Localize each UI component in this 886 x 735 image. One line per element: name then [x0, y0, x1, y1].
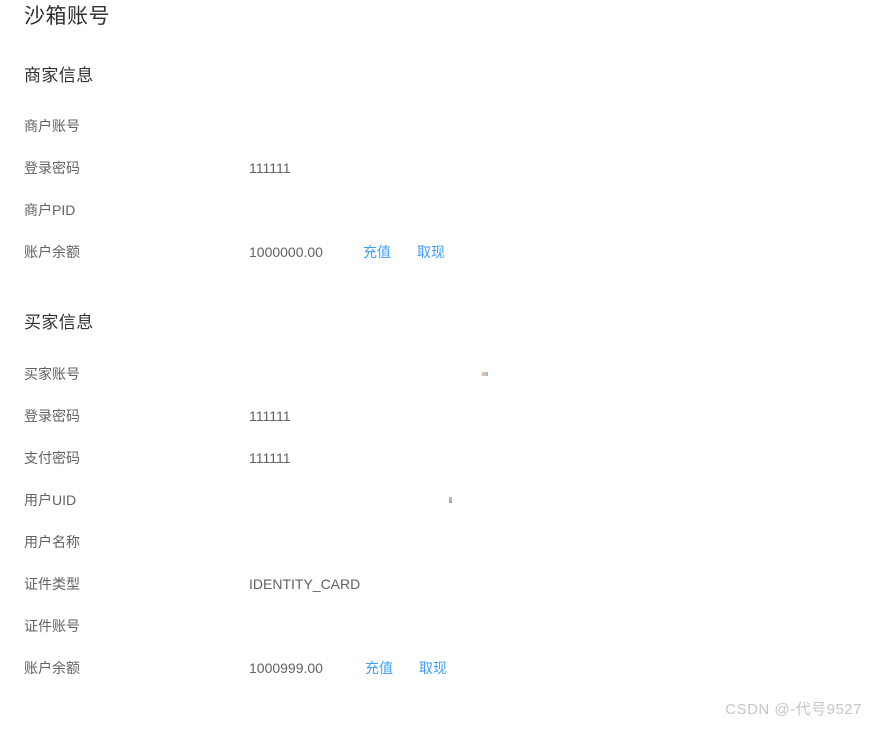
buyer-id-type-label: 证件类型 — [24, 576, 80, 592]
buyer-balance-actions: 充值 取现 — [365, 658, 447, 678]
buyer-username-label: 用户名称 — [24, 534, 80, 550]
buyer-id-type-value: IDENTITY_CARD — [249, 576, 361, 592]
merchant-balance-value: 1000000.00 — [249, 244, 323, 260]
merchant-balance-label: 账户余额 — [24, 244, 80, 260]
buyer-row-balance: 账户余额 1000999.00 充值 取现 — [24, 647, 886, 689]
merchant-row-login-password: 登录密码 111111 — [24, 147, 886, 189]
merchant-recharge-link[interactable]: 充值 — [363, 242, 391, 262]
merchant-balance-actions: 充值 取现 — [363, 242, 445, 262]
merchant-pid-label: 商户PID — [24, 202, 76, 218]
buyer-login-password-value: 111111 — [249, 408, 291, 424]
buyer-login-password-label: 登录密码 — [24, 408, 80, 424]
merchant-section-title: 商家信息 — [24, 66, 94, 85]
redaction-mark — [482, 372, 488, 376]
buyer-row-id-number: 证件账号 — [24, 605, 886, 647]
buyer-row-account: 买家账号 — [24, 353, 886, 395]
csdn-watermark: CSDN @-代号9527 — [725, 701, 862, 718]
buyer-id-number-label: 证件账号 — [24, 618, 80, 634]
buyer-info-section: 买家信息 买家账号 登录密码 111111 支付密码 111111 用户UID — [24, 273, 886, 689]
buyer-row-uid: 用户UID — [24, 479, 886, 521]
merchant-login-password-label: 登录密码 — [24, 160, 80, 176]
buyer-section-title: 买家信息 — [24, 313, 94, 332]
merchant-field-list: 商户账号 登录密码 111111 商户PID 账户余额 1000000.00 充… — [24, 84, 886, 273]
redaction-mark — [449, 497, 452, 503]
buyer-balance-label: 账户余额 — [24, 660, 80, 676]
buyer-recharge-link[interactable]: 充值 — [365, 658, 393, 678]
merchant-login-password-value: 111111 — [249, 160, 291, 176]
merchant-account-label: 商户账号 — [24, 118, 80, 134]
page-title: 沙箱账号 — [24, 5, 110, 28]
buyer-row-username: 用户名称 — [24, 521, 886, 563]
buyer-pay-password-label: 支付密码 — [24, 450, 80, 466]
buyer-balance-value: 1000999.00 — [249, 660, 323, 676]
merchant-row-account: 商户账号 — [24, 105, 886, 147]
buyer-withdraw-link[interactable]: 取现 — [419, 658, 447, 678]
sandbox-account-page: 沙箱账号 商家信息 商户账号 登录密码 111111 商户PID 账户余额 10… — [0, 0, 886, 735]
merchant-row-balance: 账户余额 1000000.00 充值 取现 — [24, 231, 886, 273]
buyer-uid-label: 用户UID — [24, 492, 77, 508]
buyer-row-login-password: 登录密码 111111 — [24, 395, 886, 437]
buyer-pay-password-value: 111111 — [249, 450, 291, 466]
buyer-row-pay-password: 支付密码 111111 — [24, 437, 886, 479]
merchant-withdraw-link[interactable]: 取现 — [417, 242, 445, 262]
merchant-row-pid: 商户PID — [24, 189, 886, 231]
buyer-field-list: 买家账号 登录密码 111111 支付密码 111111 用户UID 用户名称 — [24, 331, 886, 689]
buyer-account-label: 买家账号 — [24, 366, 80, 382]
merchant-info-section: 商家信息 商户账号 登录密码 111111 商户PID 账户余额 1000000… — [24, 27, 886, 273]
buyer-row-id-type: 证件类型 IDENTITY_CARD — [24, 563, 886, 605]
